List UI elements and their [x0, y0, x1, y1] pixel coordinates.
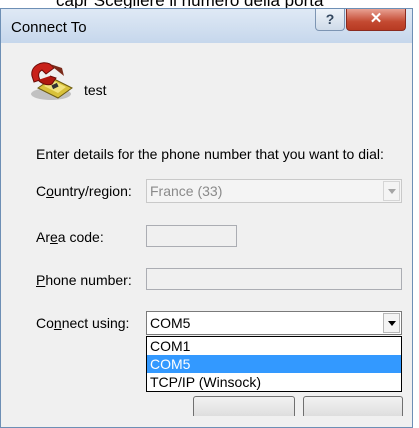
connect-using-value: COM5	[150, 315, 191, 331]
dialog-title: Connect To	[11, 19, 87, 36]
help-button[interactable]: ?	[315, 9, 345, 31]
cancel-button[interactable]	[303, 396, 403, 416]
option-tcpip[interactable]: TCP/IP (Winsock)	[147, 373, 401, 391]
instructions-text: Enter details for the phone number that …	[36, 146, 384, 162]
help-icon: ?	[325, 11, 335, 27]
chevron-down-icon	[388, 321, 396, 326]
connection-name: test	[84, 82, 107, 98]
phone-number-input[interactable]	[146, 268, 402, 290]
ok-button[interactable]	[193, 396, 295, 416]
country-select[interactable]: France (33)	[146, 179, 402, 203]
country-value: France (33)	[150, 183, 223, 199]
connect-using-label: Connect using:	[36, 315, 130, 331]
close-button[interactable]: ✕	[346, 9, 406, 31]
close-icon: ✕	[369, 10, 383, 27]
country-dropdown-button[interactable]	[383, 181, 400, 201]
connect-using-dropdown-button[interactable]	[383, 313, 400, 333]
area-code-input[interactable]	[146, 225, 237, 247]
title-bar: Connect To ? ✕	[1, 9, 412, 43]
phone-number-label: Phone number:	[36, 272, 132, 288]
country-label: Country/region:	[36, 183, 132, 199]
chevron-down-icon	[388, 189, 396, 194]
area-code-label: Area code:	[36, 229, 104, 245]
connect-using-options-list: COM1 COM5 TCP/IP (Winsock)	[146, 336, 402, 392]
option-com5[interactable]: COM5	[147, 355, 401, 373]
phone-connection-icon	[31, 62, 73, 100]
option-com1[interactable]: COM1	[147, 337, 401, 355]
connect-using-select[interactable]: COM5	[146, 311, 402, 335]
